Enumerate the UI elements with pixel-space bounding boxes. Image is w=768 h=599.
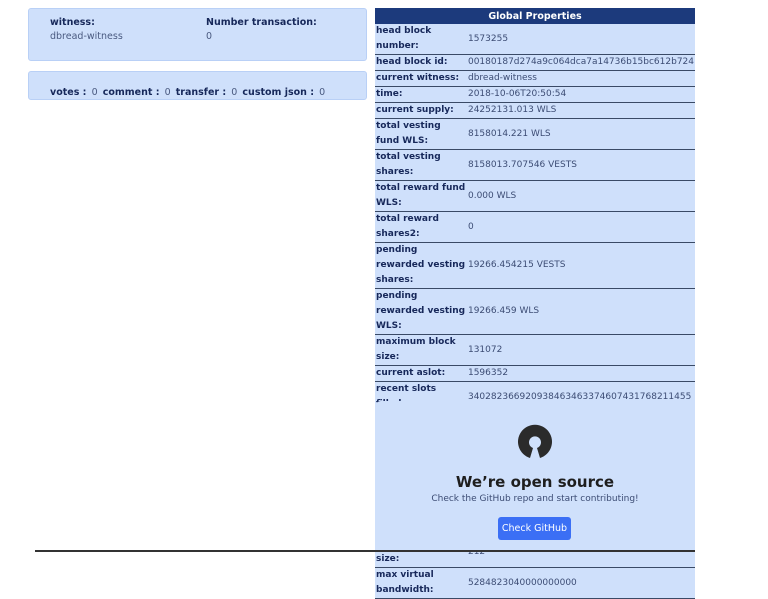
property-value: 0.000 WLS (466, 180, 695, 212)
property-value: 19266.454215 VESTS (466, 242, 695, 289)
property-value: 19266.459 WLS (466, 288, 695, 335)
witness-card: witness: dbread-witness Number transacti… (28, 8, 367, 61)
op-value: 0 (319, 87, 326, 98)
table-row: total vesting fund WLS: 8158014.221 WLS (375, 118, 695, 150)
table-row: total reward shares2: 0 (375, 211, 695, 243)
property-value: 0 (466, 211, 695, 243)
tx-value: 0 (206, 31, 213, 42)
table-row: head block id: 00180187d274a9c064dca7a147… (375, 54, 695, 71)
property-value: 1573255 (466, 24, 695, 55)
table-row: current witness: dbread-witness (375, 70, 695, 87)
property-value: 24252131.013 WLS (466, 102, 695, 119)
property-value: 8158013.707546 VESTS (466, 149, 695, 181)
table-row: time: 2018-10-06T20:50:54 (375, 86, 695, 103)
op-label: custom json : (242, 87, 315, 98)
open-source-icon (518, 424, 552, 458)
property-value: 00180187d274a9c064dca7a14736b15bc612b724 (466, 54, 695, 71)
table-row: total vesting shares: 8158013.707546 VEST… (375, 149, 695, 181)
open-source-subtitle: Check the GitHub repo and start contribu… (431, 494, 639, 504)
witness-label: witness: (50, 17, 95, 28)
property-label: max virtual bandwidth: (375, 567, 467, 599)
table-row: pending rewarded vesting shares: 19266.45… (375, 242, 695, 289)
property-label: current aslot: (375, 365, 467, 382)
table-title: Global Properties (375, 8, 695, 24)
table-row: maximum block size: 131072 (375, 334, 695, 366)
table-row: head block number: 1573255 (375, 24, 695, 55)
property-label: total reward shares2: (375, 211, 467, 243)
witness-value: dbread-witness (50, 31, 123, 42)
property-label: maximum block size: (375, 334, 467, 366)
property-value: 8158014.221 WLS (466, 118, 695, 150)
table-row: pending rewarded vesting WLS: 19266.459 W… (375, 288, 695, 335)
property-label: total reward fund WLS: (375, 180, 467, 212)
property-label: time: (375, 86, 467, 103)
op-value: 0 (231, 87, 238, 98)
property-value: 131072 (466, 334, 695, 366)
property-value: dbread-witness (466, 70, 695, 87)
property-label: head block number: (375, 24, 467, 55)
table-row: max virtual bandwidth: 528482304000000000… (375, 567, 695, 599)
table-row: current supply: 24252131.013 WLS (375, 102, 695, 119)
property-value: 2018-10-06T20:50:54 (466, 86, 695, 103)
open-source-title: We’re open source (455, 473, 615, 491)
operations-card: votes : 0 comment : 0 transfer : 0 custo… (28, 71, 367, 100)
property-label: current supply: (375, 102, 467, 119)
property-label: pending rewarded vesting shares: (375, 242, 467, 289)
property-label: head block id: (375, 54, 467, 71)
op-label: votes : (50, 87, 87, 98)
property-label: current witness: (375, 70, 467, 87)
op-label: comment : (102, 87, 160, 98)
tx-label: Number transaction: (206, 17, 317, 28)
op-value: 0 (91, 87, 98, 98)
op-label: transfer : (175, 87, 227, 98)
check-github-button[interactable]: Check GitHub (498, 517, 571, 540)
property-value: 5284823040000000000 (466, 567, 695, 599)
property-label: total vesting shares: (375, 149, 467, 181)
property-value: 1596352 (466, 365, 695, 382)
property-label: total vesting fund WLS: (375, 118, 467, 150)
table-row: current aslot: 1596352 (375, 365, 695, 382)
property-label: pending rewarded vesting WLS: (375, 288, 467, 335)
table-row: total reward fund WLS: 0.000 WLS (375, 180, 695, 212)
op-value: 0 (164, 87, 171, 98)
open-source-card: We’re open source Check the GitHub repo … (375, 401, 695, 550)
